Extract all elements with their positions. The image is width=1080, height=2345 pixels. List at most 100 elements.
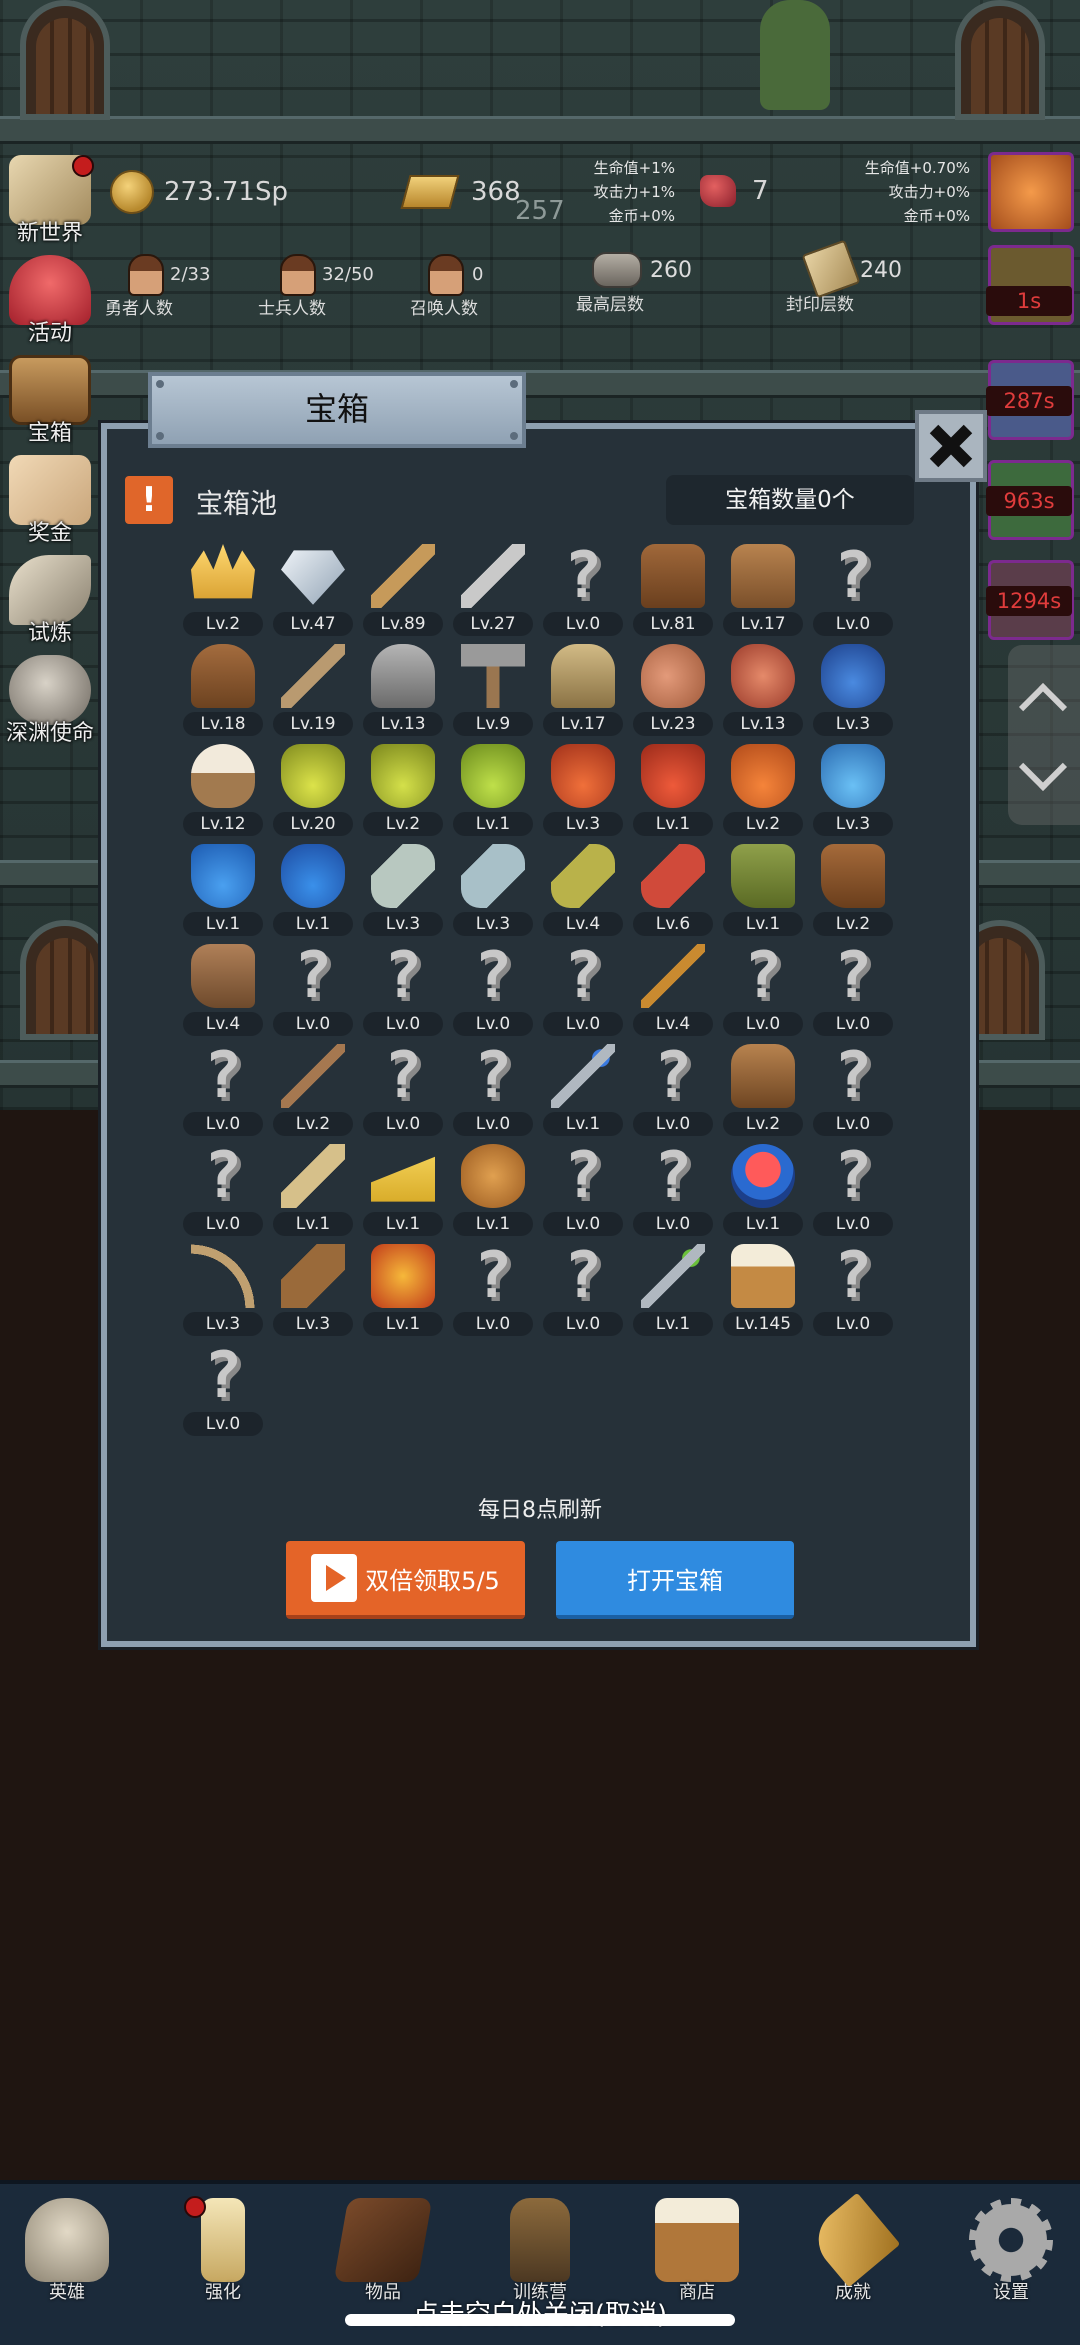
chevron-down-icon[interactable]	[1018, 742, 1068, 792]
item-slot[interactable]: ? Lv.0	[358, 940, 448, 1040]
item-slot[interactable]: ? Lv.0	[718, 940, 808, 1040]
unknown-icon: ?	[833, 1239, 873, 1313]
side-item-event[interactable]: 活动	[4, 255, 96, 347]
item-slot[interactable]: Lv.145	[718, 1240, 808, 1340]
item-slot[interactable]: ? Lv.0	[178, 1040, 268, 1140]
item-slot[interactable]: Lv.1	[268, 840, 358, 940]
item-slot[interactable]: Lv.2	[718, 1040, 808, 1140]
item-slot[interactable]: Lv.19	[268, 640, 358, 740]
sealed-floor-value: 240	[860, 258, 902, 283]
item-slot[interactable]: ? Lv.0	[178, 1140, 268, 1240]
item-slot[interactable]: Lv.89	[358, 540, 448, 640]
item-slot[interactable]: Lv.3	[268, 1240, 358, 1340]
item-slot[interactable]: Lv.12	[178, 740, 268, 840]
nav-items[interactable]: 物品	[318, 2198, 448, 2304]
item-slot[interactable]: ? Lv.0	[808, 940, 898, 1040]
notification-dot	[184, 2196, 206, 2218]
item-slot[interactable]: ? Lv.0	[808, 1240, 898, 1340]
item-slot[interactable]: Lv.2	[358, 740, 448, 840]
item-slot[interactable]: Lv.13	[358, 640, 448, 740]
item-slot[interactable]: ? Lv.0	[808, 1040, 898, 1140]
chevron-up-icon[interactable]	[1018, 682, 1068, 732]
item-slot[interactable]: ? Lv.0	[628, 1140, 718, 1240]
flour-bowl-icon	[191, 744, 255, 808]
item-slot[interactable]: Lv.2	[718, 740, 808, 840]
item-slot[interactable]: ? Lv.0	[358, 1040, 448, 1140]
orc-enemy[interactable]	[760, 0, 830, 110]
item-slot[interactable]: Lv.1	[358, 1240, 448, 1340]
item-slot[interactable]: Lv.3	[178, 1240, 268, 1340]
item-level: Lv.4	[543, 912, 623, 936]
right-slot-pumpkin[interactable]	[988, 152, 1074, 232]
warning-icon[interactable]: !	[125, 476, 173, 524]
item-slot[interactable]: Lv.3	[448, 840, 538, 940]
item-slot[interactable]: ? Lv.0	[808, 1140, 898, 1240]
item-slot[interactable]: Lv.2	[808, 840, 898, 940]
nav-shop[interactable]: 商店	[632, 2198, 762, 2304]
item-slot[interactable]: Lv.17	[538, 640, 628, 740]
item-slot[interactable]: ? Lv.0	[448, 1240, 538, 1340]
item-slot[interactable]: ? Lv.0	[538, 1140, 628, 1240]
nav-enhance[interactable]: 强化	[158, 2198, 288, 2304]
item-slot[interactable]: ? Lv.0	[808, 540, 898, 640]
item-slot[interactable]: Lv.3	[808, 740, 898, 840]
item-slot[interactable]: Lv.20	[268, 740, 358, 840]
nav-achievement[interactable]: 成就	[788, 2192, 918, 2304]
item-slot[interactable]: Lv.1	[718, 1140, 808, 1240]
open-chest-button[interactable]: 打开宝箱	[556, 1541, 794, 1619]
unknown-icon: ?	[293, 939, 333, 1013]
side-item-abyss-mission[interactable]: 深渊使命	[4, 655, 96, 747]
item-level: Lv.2	[813, 912, 893, 936]
item-level: Lv.0	[813, 1112, 893, 1136]
unknown-icon: ?	[563, 539, 603, 613]
item-slot[interactable]: Lv.4	[538, 840, 628, 940]
item-slot[interactable]: Lv.18	[178, 640, 268, 740]
side-item-bonus[interactable]: 奖金	[4, 455, 96, 547]
item-slot[interactable]: ? Lv.0	[448, 940, 538, 1040]
double-claim-button[interactable]: 双倍领取5/5	[286, 1541, 525, 1619]
nav-training-camp[interactable]: 训练营	[475, 2198, 605, 2304]
home-indicator[interactable]	[345, 2314, 735, 2326]
item-slot[interactable]: ? Lv.0	[268, 940, 358, 1040]
item-slot[interactable]: Lv.9	[448, 640, 538, 740]
item-slot[interactable]: Lv.47	[268, 540, 358, 640]
item-slot[interactable]: Lv.13	[718, 640, 808, 740]
item-slot[interactable]: Lv.1	[628, 1240, 718, 1340]
item-slot[interactable]: Lv.2	[178, 540, 268, 640]
item-slot[interactable]: Lv.4	[178, 940, 268, 1040]
scroll-arrows[interactable]	[1008, 645, 1080, 825]
unknown-icon: ?	[743, 939, 783, 1013]
item-slot[interactable]: ? Lv.0	[628, 1040, 718, 1140]
heroes-label: 勇者人数	[105, 299, 173, 319]
item-slot[interactable]: Lv.3	[808, 640, 898, 740]
item-slot[interactable]: Lv.6	[628, 840, 718, 940]
item-slot[interactable]: Lv.1	[178, 840, 268, 940]
item-slot[interactable]: Lv.3	[358, 840, 448, 940]
close-button[interactable]	[915, 410, 987, 482]
item-slot[interactable]: Lv.1	[448, 1140, 538, 1240]
item-slot[interactable]: Lv.2	[268, 1040, 358, 1140]
item-slot[interactable]: ? Lv.0	[448, 1040, 538, 1140]
item-slot[interactable]: Lv.1	[628, 740, 718, 840]
item-slot[interactable]: Lv.1	[448, 740, 538, 840]
item-slot[interactable]: Lv.1	[358, 1140, 448, 1240]
item-slot[interactable]: ? Lv.0	[538, 1240, 628, 1340]
item-slot[interactable]: Lv.3	[538, 740, 628, 840]
item-slot[interactable]: Lv.27	[448, 540, 538, 640]
item-slot[interactable]: ? Lv.0	[538, 940, 628, 1040]
item-slot[interactable]: Lv.1	[268, 1140, 358, 1240]
item-slot[interactable]: Lv.1	[538, 1040, 628, 1140]
item-slot[interactable]: Lv.17	[718, 540, 808, 640]
side-item-trial[interactable]: 试炼	[4, 555, 96, 647]
item-slot[interactable]: Lv.1	[718, 840, 808, 940]
item-slot[interactable]: ? Lv.0	[538, 540, 628, 640]
side-item-chest[interactable]: 宝箱	[4, 355, 96, 447]
nav-settings[interactable]: 设置	[946, 2198, 1076, 2304]
nav-hero[interactable]: 英雄	[2, 2198, 132, 2304]
item-slot[interactable]: Lv.23	[628, 640, 718, 740]
item-slot[interactable]: ? Lv.0	[178, 1340, 268, 1440]
timer-1: 1s	[986, 286, 1072, 316]
item-slot[interactable]: Lv.4	[628, 940, 718, 1040]
item-slot[interactable]: Lv.81	[628, 540, 718, 640]
open-chest-label: 打开宝箱	[627, 1566, 723, 1595]
